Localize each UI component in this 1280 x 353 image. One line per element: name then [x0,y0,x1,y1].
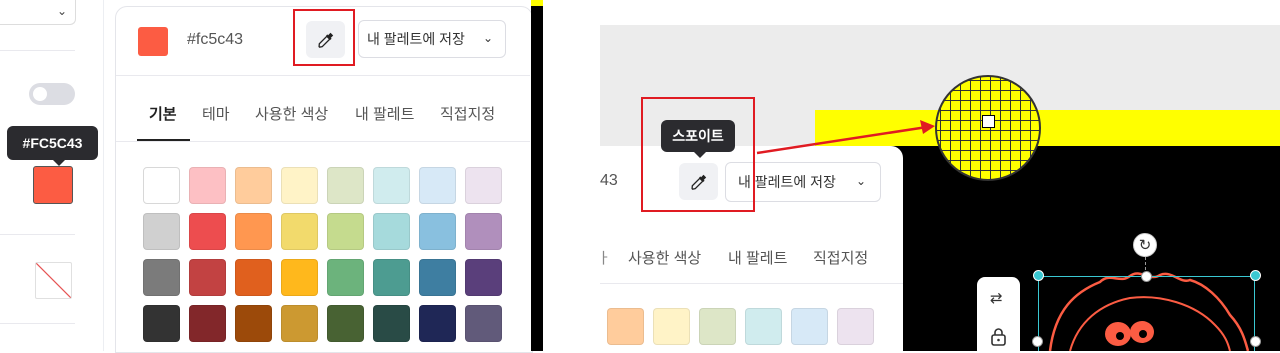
palette-swatch[interactable] [327,213,364,250]
palette-swatch[interactable] [419,167,456,204]
object-toolbar: ⇄ [977,277,1020,351]
resize-handle-top-left[interactable] [1033,270,1044,281]
panel-gap [531,0,543,351]
tab-used-colors[interactable]: 사용한 색상 [255,103,328,124]
lock-icon[interactable] [990,327,1007,347]
tab-my-palette[interactable]: 내 팔레트 [728,247,787,268]
palette-swatch[interactable] [189,167,226,204]
palette-swatch[interactable] [189,213,226,250]
picker-divider [116,141,530,142]
palette-swatch[interactable] [235,305,272,342]
palette-swatch[interactable] [281,305,318,342]
palette-swatch[interactable] [837,308,874,345]
palette-swatch[interactable] [465,213,502,250]
save-to-palette-label: 내 팔레트에 저장 [367,31,465,47]
palette-swatch[interactable] [699,308,736,345]
palette-swatch[interactable] [143,305,180,342]
palette-swatch[interactable] [465,259,502,296]
tab-my-palette[interactable]: 내 팔레트 [355,103,414,124]
sidebar-border [103,0,104,351]
rotate-handle-icon[interactable]: ↻ [1133,233,1157,257]
palette-swatch[interactable] [327,167,364,204]
resize-handle-top[interactable] [1141,271,1152,282]
sidebar-divider [0,50,75,51]
palette-swatch[interactable] [373,305,410,342]
palette-swatch[interactable] [373,259,410,296]
yellow-edge [531,0,543,6]
chevron-down-icon: ⌄ [855,174,866,188]
tab-theme[interactable]: 테마 [202,103,230,124]
magnifier-center-pixel [982,115,995,128]
color-tabs: 기본 테마 사용한 색상 내 팔레트 직접지정 [116,103,530,141]
hex-value[interactable]: #fc5c43 [187,31,243,49]
palette-swatch[interactable] [189,259,226,296]
palette-swatch[interactable] [745,308,782,345]
fill-color-swatch[interactable] [33,166,73,204]
sidebar-dropdown[interactable]: ⌄ [0,0,76,25]
palette-swatch[interactable] [653,308,690,345]
chevron-down-icon: ⌄ [482,31,493,45]
eyedropper-icon [317,32,333,48]
sidebar-toggle[interactable] [29,83,75,105]
tab-custom[interactable]: 직접지정 [440,103,495,124]
resize-handle-top-right[interactable] [1250,270,1261,281]
palette-swatch[interactable] [189,305,226,342]
resize-handle-right[interactable] [1250,336,1261,347]
tab-theme-partial[interactable]: ㅏ [597,247,611,268]
palette-swatch[interactable] [373,167,410,204]
palette-swatch[interactable] [281,259,318,296]
palette-swatch[interactable] [465,167,502,204]
palette-swatch[interactable] [143,213,180,250]
palette-swatch[interactable] [607,308,644,345]
chevron-down-icon: ⌄ [56,4,67,18]
palette-swatch[interactable] [235,259,272,296]
color-tabs-partial: ㅏ 사용한 색상 내 팔레트 직접지정 [597,247,903,271]
pointer-arrow [756,120,935,155]
picker-divider [600,283,903,284]
palette-swatch[interactable] [419,305,456,342]
hex-value-partial-text: 43 [600,172,618,189]
palette-swatch[interactable] [281,213,318,250]
palette-swatch[interactable] [419,259,456,296]
resize-handle-left[interactable] [1032,336,1043,347]
hex-value-partial[interactable]: 43 [600,172,618,190]
color-hex-tooltip: #FC5C43 [7,126,98,166]
eyedropper-button[interactable] [306,21,345,58]
palette-swatch[interactable] [791,308,828,345]
palette-swatch[interactable] [327,259,364,296]
picker-divider [116,75,530,76]
tab-basic[interactable]: 기본 [149,103,177,124]
palette-swatch[interactable] [327,305,364,342]
palette-swatch[interactable] [373,213,410,250]
palette-swatch[interactable] [143,259,180,296]
sidebar-divider [0,234,75,235]
sidebar-divider [0,323,75,324]
color-magnifier-loupe [935,75,1041,181]
palette-swatch[interactable] [465,305,502,342]
palette-swatch[interactable] [235,213,272,250]
eyedropper-tooltip: 스포이트 [661,120,735,158]
save-to-palette-dropdown[interactable]: 내 팔레트에 저장 ⌄ [358,20,506,58]
palette-swatch[interactable] [419,213,456,250]
palette-swatch[interactable] [281,167,318,204]
tab-custom[interactable]: 직접지정 [813,247,868,268]
replace-icon[interactable]: ⇄ [990,289,1003,307]
palette-swatch[interactable] [143,167,180,204]
current-color-swatch [138,27,168,56]
palette-swatch[interactable] [235,167,272,204]
selection-box[interactable] [1038,276,1255,351]
tab-used-colors[interactable]: 사용한 색상 [628,247,701,268]
no-stroke-swatch[interactable] [35,262,72,299]
